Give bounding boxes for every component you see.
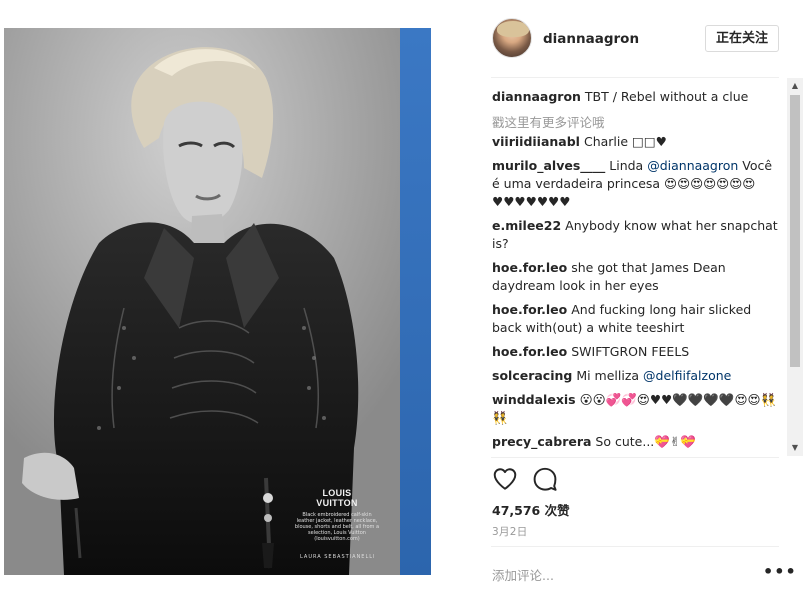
photo-credit: LAURA SEBASTIANELLI bbox=[300, 554, 376, 560]
header-divider bbox=[491, 77, 779, 78]
comment-text: TBT / Rebel without a clue bbox=[584, 89, 749, 104]
comment-username[interactable]: e.milee22 bbox=[492, 218, 561, 233]
magazine-page-image: LOUIS VUITTON Black embroidered calf-ski… bbox=[4, 28, 400, 575]
post-header: diannaagron 正在关注 bbox=[490, 18, 780, 60]
comment-username[interactable]: precy_cabrera bbox=[492, 434, 591, 449]
comments-scrollbar[interactable]: ▲ ▼ bbox=[787, 78, 803, 456]
comment-username[interactable]: solceracing bbox=[492, 368, 572, 383]
list-item: winddalexis 😮😮💞💞😍♥♥🖤🖤🖤🖤😍😍👯👯 bbox=[492, 391, 782, 427]
list-item: solceracing Mi melliza @delfiifalzone bbox=[492, 367, 782, 385]
triangle-down-icon[interactable]: ▼ bbox=[787, 440, 803, 456]
comment-username[interactable]: hoe.for.leo bbox=[492, 344, 567, 359]
footer-divider bbox=[491, 546, 779, 547]
post-actions bbox=[492, 466, 572, 494]
photo-blue-edge bbox=[400, 28, 431, 575]
author-username[interactable]: diannaagron bbox=[543, 31, 639, 47]
list-item: viiriidiianabl Charlie □□♥ bbox=[492, 133, 782, 151]
comment-text: So cute...💝✌💝 bbox=[595, 434, 696, 449]
comment-username[interactable]: diannaagron bbox=[492, 89, 581, 104]
avatar[interactable] bbox=[492, 18, 532, 58]
scrollbar-thumb[interactable] bbox=[790, 95, 800, 367]
comments-list[interactable]: diannaagron TBT / Rebel without a clue 戳… bbox=[492, 88, 782, 458]
likes-count[interactable]: 47,576 次赞 bbox=[492, 500, 570, 519]
list-item: e.milee22 Anybody know what her snapchat… bbox=[492, 217, 782, 253]
post-photo[interactable]: LOUIS VUITTON Black embroidered calf-ski… bbox=[4, 28, 431, 575]
list-item: precy_cabrera So cute...💝✌💝 bbox=[492, 433, 782, 451]
list-item: hoe.for.leo And fucking long hair slicke… bbox=[492, 301, 782, 337]
photo-caption: LOUIS VUITTON Black embroidered calf-ski… bbox=[294, 488, 380, 542]
list-item: hoe.for.leo she got that James Dean dayd… bbox=[492, 259, 782, 295]
comment-text: Mi melliza bbox=[576, 368, 644, 383]
comment-username[interactable]: hoe.for.leo bbox=[492, 260, 567, 275]
comment-mention[interactable]: @delfiifalzone bbox=[643, 368, 731, 383]
comments-divider bbox=[491, 457, 779, 458]
list-item: murilo_alves____ Linda @diannaagron Você… bbox=[492, 157, 782, 211]
caption-brand-line1: LOUIS bbox=[322, 488, 352, 498]
caption-body-text: Black embroidered calf-skin leather jack… bbox=[294, 512, 380, 542]
caption-brand-line2: VUITTON bbox=[316, 498, 358, 508]
avatar-hair bbox=[497, 21, 529, 37]
comment-text: SWIFTGRON FEELS bbox=[571, 344, 690, 359]
comment-username[interactable]: winddalexis bbox=[492, 392, 576, 407]
comment-username[interactable]: viiriidiianabl bbox=[492, 134, 580, 149]
comment-text: Charlie □□♥ bbox=[583, 134, 667, 149]
caption-comment: diannaagron TBT / Rebel without a clue bbox=[492, 88, 782, 106]
comment-username[interactable]: hoe.for.leo bbox=[492, 302, 567, 317]
comment-username[interactable]: murilo_alves____ bbox=[492, 158, 605, 173]
comment-mention[interactable]: @diannaagron bbox=[647, 158, 738, 173]
following-button[interactable]: 正在关注 bbox=[705, 25, 779, 52]
load-more-comments-link[interactable]: 戳这里有更多评论哦 bbox=[492, 114, 782, 132]
more-options-button[interactable]: ••• bbox=[763, 564, 797, 580]
heart-icon[interactable] bbox=[492, 466, 518, 492]
triangle-up-icon[interactable]: ▲ bbox=[787, 78, 803, 94]
comment-bubble-icon[interactable] bbox=[532, 466, 558, 492]
comment-text: Linda bbox=[609, 158, 648, 173]
post-date: 3月2日 bbox=[492, 526, 528, 538]
add-comment-input[interactable]: 添加评论... bbox=[492, 565, 554, 584]
list-item: hoe.for.leo SWIFTGRON FEELS bbox=[492, 343, 782, 361]
